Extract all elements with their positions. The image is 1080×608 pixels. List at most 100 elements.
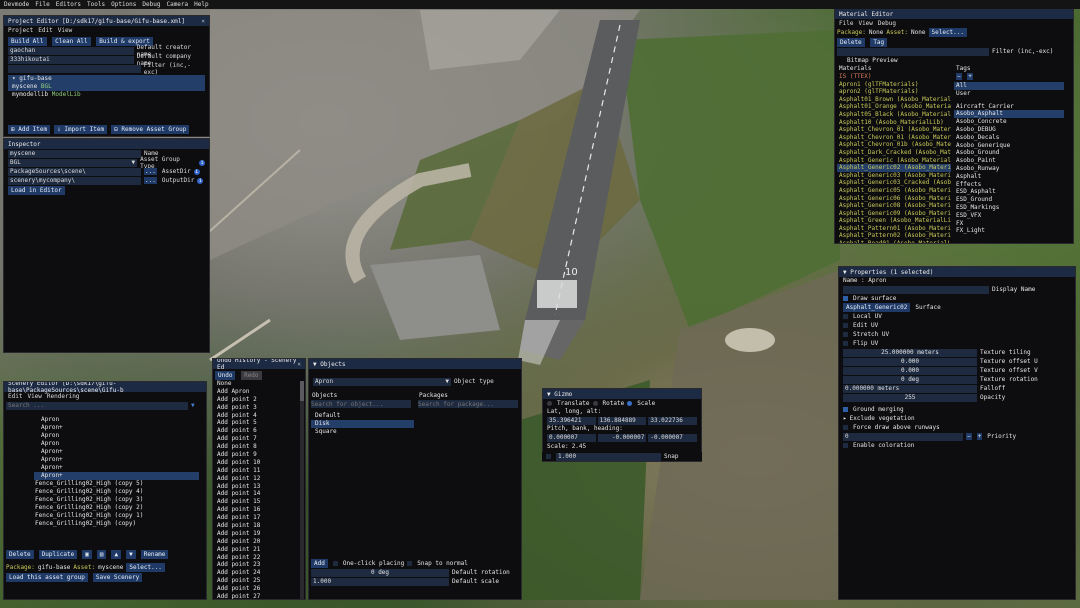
- scale-radio[interactable]: [627, 401, 633, 406]
- delete-button[interactable]: Delete: [6, 550, 34, 559]
- pitch-field[interactable]: 0.000007: [547, 433, 596, 442]
- offset-u-slider[interactable]: 0.000: [843, 357, 977, 366]
- undo-list-item[interactable]: Add point 9: [213, 451, 305, 459]
- scenery-list-item[interactable]: Apron: [34, 440, 199, 448]
- surface-button[interactable]: Asphalt_Generic02: [843, 303, 911, 312]
- select-button[interactable]: Select...: [928, 28, 968, 37]
- undo-list-item[interactable]: Add point 14: [213, 490, 305, 498]
- undo-history-titlebar[interactable]: Undo History - Scenery Ed ×: [213, 359, 305, 371]
- tree-item-myscene[interactable]: myscene BGL: [8, 83, 205, 91]
- longitude-field[interactable]: 136.884889: [597, 416, 647, 425]
- menu-edit[interactable]: Edit: [8, 393, 22, 400]
- altitude-field[interactable]: 33.022736: [648, 416, 698, 425]
- close-icon[interactable]: ×: [201, 18, 205, 25]
- browse-assetdir-button[interactable]: ...: [144, 168, 157, 175]
- material-list-item[interactable]: Asphalt_Generic03 (Asobo_MaterialLib): [837, 172, 951, 180]
- tag-list-item[interactable]: Asphalt: [954, 173, 1064, 181]
- heading-field[interactable]: -0.000007: [648, 433, 698, 442]
- material-list-item[interactable]: IS (TTEX): [837, 73, 951, 81]
- material-list-item[interactable]: Asphalt_Green (Asobo_MaterialLib): [837, 217, 951, 225]
- material-list-item[interactable]: Apron1 (glTFMaterials): [837, 81, 951, 89]
- menubar-item-camera[interactable]: Camera: [166, 1, 188, 8]
- tag-list-item[interactable]: Asobo_Concrete: [954, 118, 1064, 126]
- material-list-item[interactable]: Asphalt10 (Asobo_MaterialLib): [837, 119, 951, 127]
- info-icon[interactable]: i: [199, 159, 205, 166]
- latitude-field[interactable]: 35.396421: [547, 416, 596, 425]
- priority-increment-button[interactable]: +: [976, 433, 983, 440]
- menubar-item-devmode[interactable]: Devmode: [4, 1, 29, 8]
- add-item-button[interactable]: ⊞ Add Item: [8, 125, 51, 134]
- tag-list-item[interactable]: FX_Light: [954, 227, 1064, 235]
- import-item-button[interactable]: ⇩ Import Item: [54, 125, 108, 134]
- undo-list-item[interactable]: Add point 21: [213, 546, 305, 554]
- material-list-item[interactable]: Asphalt_Generic03_Cracked (Asobo_Materia…: [837, 179, 951, 187]
- menubar-item-options[interactable]: Options: [111, 1, 136, 8]
- scenery-list-item[interactable]: Apron+: [34, 424, 199, 432]
- material-list-item[interactable]: Asphalt_Generic02 (Asobo_MaterialLib): [837, 164, 951, 172]
- one-click-checkbox[interactable]: [332, 561, 338, 566]
- outputdir-field[interactable]: scenery\mycompany\: [8, 176, 141, 185]
- undo-scrollbar[interactable]: [300, 381, 304, 599]
- menu-edit[interactable]: Edit: [38, 27, 52, 34]
- tag-list-item[interactable]: ESD_Asphalt: [954, 188, 1064, 196]
- undo-list-item[interactable]: Add point 2: [213, 396, 305, 404]
- undo-list-item[interactable]: Add point 5: [213, 419, 305, 427]
- default-scale-field[interactable]: 1.000: [311, 577, 449, 586]
- rotate-radio[interactable]: [592, 401, 598, 406]
- tag-list-item[interactable]: ESD_Markings: [954, 204, 1064, 212]
- display-name-field[interactable]: [843, 285, 989, 294]
- asset-group-type-select[interactable]: BGL ▼: [8, 158, 138, 167]
- object-type-select[interactable]: Apron ▼: [313, 377, 451, 386]
- redo-button[interactable]: Redo: [241, 371, 262, 380]
- material-list-item[interactable]: Asphalt_Dark_Cracked (Asobo_MaterialLib): [837, 149, 951, 157]
- material-list-item[interactable]: Asphalt_Chevron_01b (Asobo_MaterialLib): [837, 141, 951, 149]
- tag-button[interactable]: Tag: [870, 38, 888, 47]
- material-list-item[interactable]: Asphalt_Pattern01 (Asobo_MaterialLib): [837, 225, 951, 233]
- menu-rendering[interactable]: Rendering: [47, 393, 80, 400]
- save-scenery-button[interactable]: Save Scenery: [92, 573, 143, 582]
- up-arrow-icon[interactable]: ▲: [111, 550, 122, 559]
- scenery-list-item[interactable]: Apron+: [34, 464, 199, 472]
- rename-button[interactable]: Rename: [140, 550, 169, 559]
- filter-input[interactable]: [8, 64, 141, 73]
- scenery-list-item[interactable]: Apron+: [34, 472, 199, 480]
- down-arrow-icon[interactable]: ▼: [126, 550, 136, 559]
- draw-surface-checkbox[interactable]: [843, 296, 848, 301]
- tag-list-item[interactable]: Effects: [954, 181, 1064, 189]
- exclude-vegetation-row[interactable]: ▸ Exclude vegetation: [839, 414, 1075, 423]
- material-list-item[interactable]: apron2 (glTFMaterials): [837, 88, 951, 96]
- menubar-item-help[interactable]: Help: [194, 1, 208, 8]
- texture-rotation-slider[interactable]: 0 deg: [843, 375, 977, 384]
- remove-tag-button[interactable]: −: [956, 73, 962, 80]
- undo-list-item[interactable]: Add point 18: [213, 522, 305, 530]
- scenery-editor-titlebar[interactable]: Scenery Editor [D:\sdk17\gifu-base\Packa…: [4, 382, 206, 394]
- material-list-item[interactable]: Asphalt01_Orange (Asobo_MaterialLib): [837, 103, 951, 111]
- scenery-list-item[interactable]: Apron+: [34, 448, 199, 456]
- opacity-slider[interactable]: 255: [843, 393, 977, 402]
- undo-list-item[interactable]: None: [213, 380, 305, 388]
- material-list-item[interactable]: Asphalt_Generic05 (Asobo_MaterialLib): [837, 187, 951, 195]
- menu-view[interactable]: View: [27, 393, 41, 400]
- menu-project[interactable]: Project: [8, 27, 33, 34]
- material-list-item[interactable]: Asphalt01_Brown (Asobo_MaterialLib): [837, 96, 951, 104]
- tag-list-item[interactable]: Asobo_DEBUG: [954, 126, 1064, 134]
- filter-icon[interactable]: ▼: [191, 402, 195, 409]
- menu-view[interactable]: View: [58, 27, 72, 34]
- material-filter-input[interactable]: [837, 47, 989, 56]
- snap-checkbox[interactable]: [546, 454, 551, 459]
- inspector-titlebar[interactable]: Inspector: [4, 139, 209, 149]
- priority-field[interactable]: 0: [843, 432, 963, 441]
- tag-list-item[interactable]: FX: [954, 220, 1064, 228]
- undo-list-item[interactable]: Add point 8: [213, 443, 305, 451]
- menubar-item-file[interactable]: File: [35, 1, 49, 8]
- undo-list-item[interactable]: Add point 4: [213, 412, 305, 420]
- undo-list-item[interactable]: Add point 25: [213, 577, 305, 585]
- undo-list-item[interactable]: Add point 3: [213, 404, 305, 412]
- uv-option-checkbox[interactable]: [843, 332, 848, 337]
- scenery-list-item[interactable]: Fence_Grilling02_High (copy 5): [34, 480, 199, 488]
- uv-option-checkbox[interactable]: [843, 314, 848, 319]
- tag-list-item[interactable]: All: [954, 82, 1064, 90]
- project-editor-titlebar[interactable]: Project Editor [D:/sdk17/gifu-base/Gifu-…: [4, 16, 209, 26]
- undo-list-item[interactable]: Add point 12: [213, 475, 305, 483]
- default-rotation-slider[interactable]: 0 deg: [311, 568, 449, 577]
